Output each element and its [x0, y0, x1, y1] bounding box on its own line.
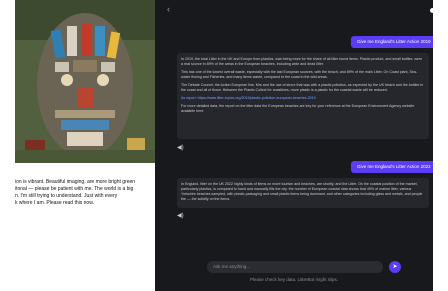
bot-message: In 2019, the total Litter in the UK and …	[177, 53, 429, 139]
disclaimer-text: Please check key data. LitterBot might s…	[249, 277, 339, 282]
bot-message: In England, litter on the UK 2022 highly…	[177, 178, 429, 208]
trash-sculpture-image	[15, 0, 156, 163]
bot-paragraph: In England, litter on the UK 2022 highly…	[181, 182, 423, 201]
send-icon[interactable]: ➤	[389, 261, 401, 273]
message-input[interactable]: Ask me anything...	[207, 261, 383, 273]
window-edge	[433, 0, 448, 291]
caption-line: n. I'm still trying to understand. Just …	[15, 193, 118, 199]
bot-paragraph: The Debate Council, the Action European …	[181, 83, 424, 92]
user-message: Give me England's Litter Action 2019	[351, 36, 437, 48]
bot-paragraph: For more detailed data, the report on th…	[181, 104, 415, 113]
chevron-left-icon[interactable]: ‹	[167, 4, 170, 14]
speaker-icon[interactable]: ◀)	[177, 212, 184, 219]
caption-line: k where I am. Please read this now.	[15, 200, 94, 206]
image-panel: ion is vibrant. Beautiful imaging, are m…	[0, 0, 162, 291]
bot-paragraph: This has one of the lowest overall waste…	[181, 70, 418, 79]
chat-header: ‹	[155, 0, 433, 22]
generated-image[interactable]	[15, 0, 156, 163]
speaker-icon[interactable]: ◀)	[177, 144, 184, 151]
chat-panel: ‹ Give me England's Litter Action 2019 I…	[155, 0, 437, 291]
app-root: ion is vibrant. Beautiful imaging, are m…	[0, 0, 448, 291]
image-caption: ion is vibrant. Beautiful imaging, are m…	[15, 179, 157, 207]
caption-line: itonal — please be patient with me. The …	[15, 186, 134, 192]
user-message: Give me England's Litter Action 2022	[351, 161, 437, 173]
bot-paragraph: In 2019, the total Litter in the UK and …	[181, 57, 423, 66]
caption-line: ion is vibrant. Beautiful imaging, are m…	[15, 179, 136, 185]
source-link[interactable]: As report: https://www.litter-topics.org…	[181, 96, 425, 101]
status-dot-icon	[430, 8, 435, 13]
